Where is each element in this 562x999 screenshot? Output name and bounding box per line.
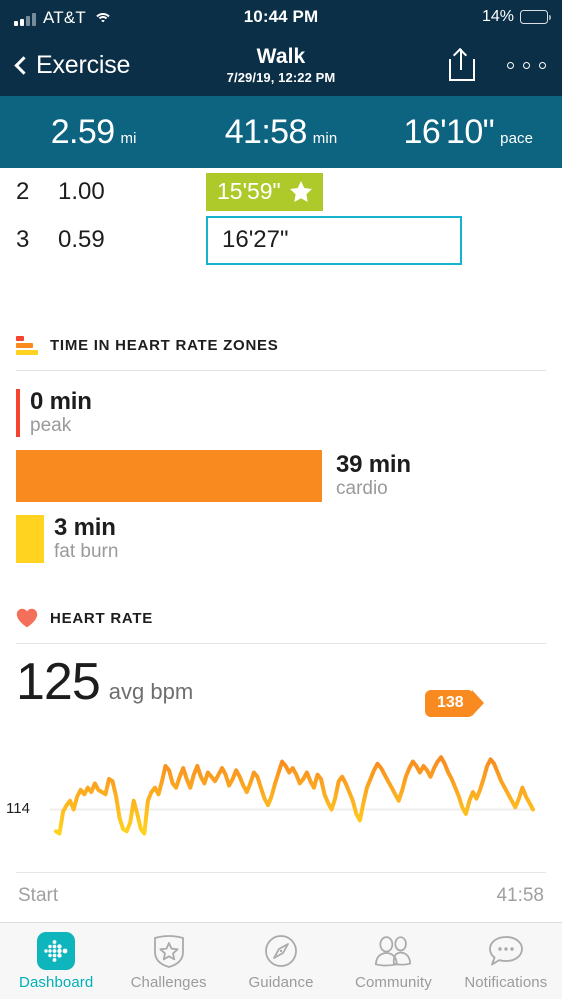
heart-rate-title: HEART RATE	[50, 609, 154, 627]
stat-distance-value: 2.59	[50, 112, 115, 151]
bottom-tab-bar: Dashboard Challenges Guidance Community …	[0, 922, 562, 999]
navigation-bar: Exercise Walk 7/29/19, 12:22 PM	[0, 34, 562, 96]
exercise-detail-screen: AT&T 10:44 PM 14% Exercise Walk 7/29/19,…	[0, 0, 562, 999]
tab-guidance[interactable]: Guidance	[225, 932, 337, 991]
zone-name: cardio	[336, 478, 388, 499]
status-bar: AT&T 10:44 PM 14%	[0, 0, 562, 34]
splits-table: 2 1.00 15'59" 3 0.59 16'27"	[0, 168, 562, 265]
split-pace-cell: 15'59"	[206, 173, 546, 211]
chat-bubble-icon	[486, 932, 526, 970]
table-row[interactable]: 2 1.00 15'59"	[16, 168, 546, 216]
selected-split-value[interactable]: 16'27"	[206, 215, 462, 265]
fitbit-dashboard-icon	[36, 931, 76, 970]
heart-rate-chart[interactable]: 114	[0, 720, 562, 880]
wifi-icon	[93, 12, 112, 26]
tab-label: Guidance	[248, 973, 314, 991]
more-horizontal-icon[interactable]	[505, 56, 548, 75]
split-distance: 0.59	[58, 226, 105, 253]
star-icon	[289, 181, 312, 202]
table-row[interactable]: 3 0.59 16'27"	[16, 215, 546, 265]
star-shield-icon	[149, 932, 189, 970]
heart-rate-zones-icon	[16, 335, 38, 355]
chart-peak-tooltip: 138	[425, 690, 484, 717]
cellular-signal-icon	[14, 12, 36, 26]
zone-bar-fatburn	[16, 515, 44, 563]
tab-challenges[interactable]: Challenges	[112, 932, 224, 991]
stat-duration-unit: min	[312, 129, 338, 147]
zone-row-cardio[interactable]: 39 min cardio	[16, 450, 546, 502]
heart-rate-header: HEART RATE	[16, 603, 546, 633]
zone-bar-cardio	[16, 450, 322, 502]
back-button[interactable]: Exercise	[14, 51, 130, 80]
zone-row-fatburn[interactable]: 3 min fat burn	[16, 515, 546, 563]
hr-zones-title: TIME IN HEART RATE ZONES	[50, 336, 279, 354]
split-index: 3	[16, 226, 30, 253]
tab-label: Challenges	[130, 973, 207, 991]
chart-end-label: 41:58	[496, 885, 544, 906]
hr-zones-header: TIME IN HEART RATE ZONES	[16, 330, 546, 360]
stat-duration-value: 41:58	[224, 112, 308, 151]
status-bar-left: AT&T	[14, 9, 112, 26]
carrier-label: AT&T	[43, 7, 86, 27]
summary-stats-bar: 2.59 mi 41:58 min 16'10" pace	[0, 96, 562, 168]
back-button-label: Exercise	[36, 50, 131, 79]
people-icon	[373, 932, 413, 970]
heart-rate-line	[50, 755, 535, 836]
avg-bpm-unit: avg bpm	[108, 679, 194, 704]
zone-row-peak[interactable]: 0 min peak	[16, 389, 546, 437]
best-split-badge: 15'59"	[206, 173, 323, 211]
avg-bpm-value: 125	[16, 653, 101, 711]
tab-dashboard[interactable]: Dashboard	[0, 931, 112, 991]
chevron-left-icon	[14, 55, 33, 75]
zone-name: fat burn	[54, 541, 119, 562]
nav-actions	[449, 47, 548, 81]
share-icon[interactable]	[449, 47, 475, 81]
zone-minutes: 0 min	[30, 388, 92, 415]
zone-name: peak	[30, 415, 72, 436]
tab-notifications[interactable]: Notifications	[450, 932, 562, 991]
tab-community[interactable]: Community	[337, 932, 449, 991]
hr-zones-section: TIME IN HEART RATE ZONES	[0, 330, 562, 371]
battery-icon	[520, 10, 551, 24]
zone-text-fatburn: 3 min fat burn	[44, 515, 118, 563]
tab-label: Community	[355, 973, 432, 991]
status-bar-right: 14%	[481, 8, 551, 26]
split-index: 2	[16, 178, 30, 205]
zone-text-peak: 0 min peak	[20, 389, 92, 437]
battery-percent-label: 14%	[481, 8, 514, 25]
tab-label: Dashboard	[19, 973, 94, 991]
split-distance: 1.00	[58, 178, 105, 205]
compass-icon	[261, 932, 301, 970]
zone-minutes: 3 min	[54, 514, 116, 541]
stat-pace: 16'10" pace	[375, 113, 562, 152]
heart-icon	[16, 608, 38, 628]
stat-distance: 2.59 mi	[0, 113, 187, 152]
stat-duration: 41:58 min	[187, 113, 374, 152]
heart-rate-section: HEART RATE	[0, 603, 562, 644]
stat-pace-value: 16'10"	[403, 112, 495, 151]
stat-pace-unit: pace	[500, 129, 534, 147]
hr-zones-list: 0 min peak 39 min cardio 3 min fat burn	[0, 371, 562, 563]
zone-text-cardio: 39 min cardio	[322, 450, 411, 502]
zone-minutes: 39 min	[336, 451, 411, 478]
chart-start-label: Start	[18, 885, 59, 906]
split-pace-value: 15'59"	[217, 178, 281, 204]
tab-label: Notifications	[464, 973, 548, 991]
stat-distance-unit: mi	[120, 129, 137, 147]
split-pace-cell: 16'27"	[206, 215, 546, 265]
